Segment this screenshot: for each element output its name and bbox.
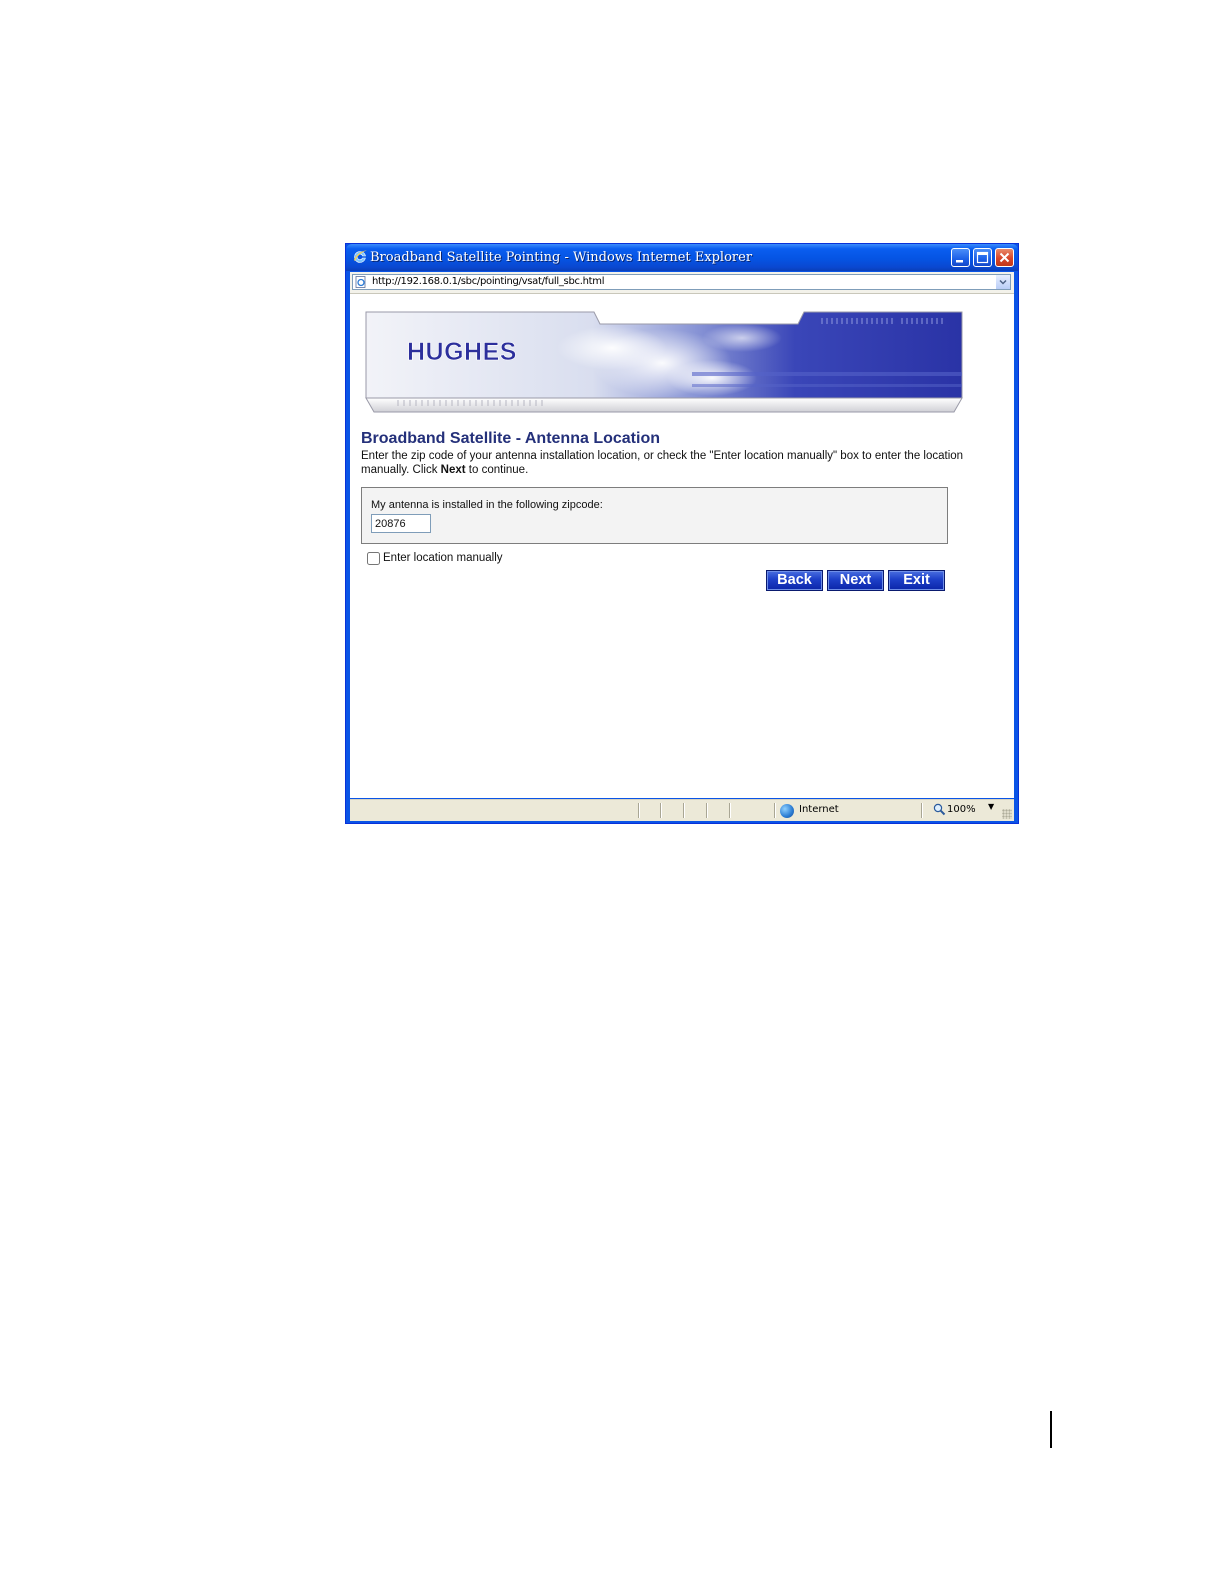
status-bar: Internet 100% ▼: [350, 799, 1014, 821]
chevron-down-icon: [999, 279, 1007, 285]
instructions-part-2: to continue.: [465, 464, 529, 476]
status-divider: [706, 803, 707, 818]
status-divider: [660, 803, 661, 818]
back-button[interactable]: Back: [766, 570, 823, 591]
minimize-button[interactable]: [951, 248, 970, 267]
exit-button[interactable]: Exit: [888, 570, 945, 591]
page-viewport: HUGHES Broadband Satellite - Antenna Loc…: [350, 294, 1014, 798]
zoom-level[interactable]: 100%: [947, 804, 976, 815]
internet-globe-icon: [780, 804, 794, 818]
status-divider: [638, 803, 639, 818]
address-url: http://192.168.0.1/sbc/pointing/vsat/ful…: [372, 276, 605, 287]
security-zone-label[interactable]: Internet: [799, 804, 839, 815]
internet-explorer-icon: [354, 250, 367, 263]
title-bar[interactable]: Broadband Satellite Pointing - Windows I…: [346, 244, 1018, 271]
address-bar: http://192.168.0.1/sbc/pointing/vsat/ful…: [350, 272, 1014, 294]
status-divider: [921, 803, 922, 818]
enter-location-manually-label[interactable]: Enter location manually: [383, 552, 503, 564]
resize-grip[interactable]: [1002, 809, 1012, 819]
address-dropdown-button[interactable]: [996, 275, 1010, 289]
ie-browser-window: Broadband Satellite Pointing - Windows I…: [345, 243, 1019, 824]
page-margin-bar: [1050, 1411, 1052, 1448]
window-title: Broadband Satellite Pointing - Windows I…: [370, 250, 753, 265]
close-icon: [999, 252, 1010, 263]
magnifier-icon: [933, 803, 946, 816]
maximize-icon: [976, 251, 989, 264]
close-button[interactable]: [995, 248, 1014, 267]
minimize-icon: [956, 260, 963, 263]
hughes-logo: HUGHES: [407, 338, 517, 366]
status-divider: [729, 803, 730, 818]
maximize-button[interactable]: [973, 248, 992, 267]
enter-location-manually-checkbox[interactable]: [367, 552, 380, 565]
page-icon: [355, 276, 366, 288]
address-field[interactable]: http://192.168.0.1/sbc/pointing/vsat/ful…: [352, 274, 1011, 290]
hughes-banner: HUGHES: [365, 311, 963, 413]
status-divider: [683, 803, 684, 818]
zoom-dropdown-icon[interactable]: ▼: [988, 802, 994, 811]
status-divider: [774, 803, 775, 818]
next-button[interactable]: Next: [827, 570, 884, 591]
instructions-next-emphasis: Next: [440, 464, 466, 476]
zipcode-label: My antenna is installed in the following…: [371, 499, 603, 511]
zipcode-input[interactable]: [371, 514, 431, 533]
instructions-text: Enter the zip code of your antenna insta…: [361, 449, 971, 477]
zipcode-panel: My antenna is installed in the following…: [361, 487, 948, 544]
page-title: Broadband Satellite - Antenna Location: [361, 430, 660, 447]
